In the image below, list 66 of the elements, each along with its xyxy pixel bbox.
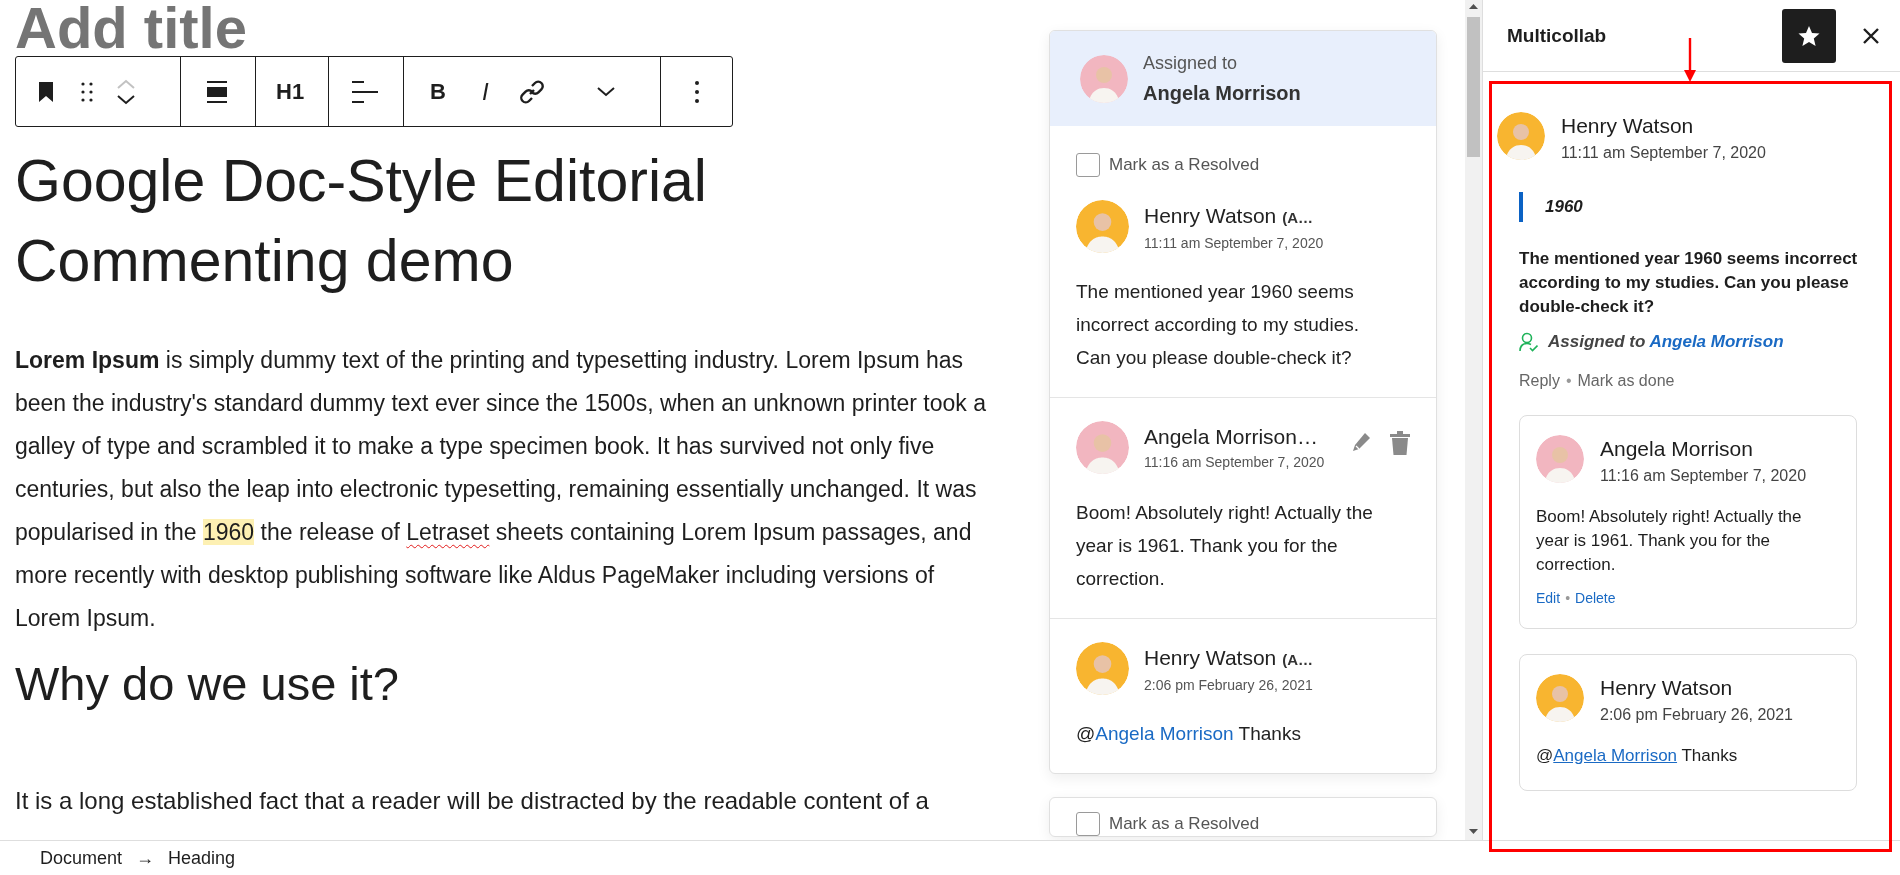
person-check-icon	[1519, 332, 1538, 352]
close-icon[interactable]	[1862, 26, 1880, 45]
pencil-icon[interactable]	[1352, 431, 1372, 453]
chevron-down-icon[interactable]	[116, 94, 136, 105]
section-heading: Why do we use it?	[15, 656, 399, 712]
bookmark-icon[interactable]	[38, 80, 54, 103]
comment-text: The mentioned year 1960 seems incorrect according to my studies. Can you please double-check it?	[1519, 248, 1859, 318]
edit-link[interactable]: Edit	[1536, 590, 1561, 606]
body-paragraph: Lorem Ipsum is simply dummy text of the printing and typesetting industry. Lorem Ipsum has been the industry's standard dummy text ever since the 1500s, when an unknown printer took a galley of type and scrambled it to make a type specimen book. It has survived not only five centuries, but also the leap into electronic typesetting, remaining essentially unchanged. It was popularised in the 1960 the release of Letraset sheets containing Lorem Ipsum passages, and more recently with desktop publishing software like Aldus PageMaker including versions of Lorem Ipsum.	[15, 346, 987, 633]
comment-time: 11:11 am September 7, 2020	[1561, 144, 1766, 162]
delete-link[interactable]: Delete	[1575, 590, 1616, 606]
resolve-label[interactable]: Mark as a Resolved	[1109, 814, 1260, 834]
mention-link[interactable]: Angela Morrison	[1095, 723, 1234, 744]
scroll-up-icon[interactable]	[1469, 4, 1478, 9]
trash-icon[interactable]	[1390, 431, 1410, 455]
more-options-icon[interactable]	[694, 79, 700, 104]
assigned-label: Assigned to	[1143, 52, 1239, 74]
reply-text: @Angela Morrison Thanks	[1536, 745, 1739, 767]
body-paragraph: It is a long established fact that a reader will be distracted by the readable content of a	[15, 786, 929, 816]
assignee-link[interactable]: Angela Morrison	[1649, 332, 1784, 351]
title-placeholder[interactable]: Add title	[15, 0, 247, 56]
author-name: Henry Watson	[1144, 204, 1277, 227]
align-wide-icon[interactable]	[205, 79, 229, 104]
reply-link[interactable]: Reply	[1519, 372, 1560, 390]
breadcrumb-item[interactable]: Heading	[168, 847, 236, 869]
resolve-label[interactable]: Mark as a Resolved	[1109, 155, 1260, 175]
breadcrumb-separator: →	[136, 847, 155, 869]
assignee-name: Angela Morrison	[1143, 81, 1301, 105]
assignment-text: Assigned to Angela Morrison	[1548, 332, 1784, 352]
comment-time: 11:16 am September 7, 2020	[1600, 467, 1807, 485]
mark-done-link[interactable]: Mark as done	[1577, 372, 1675, 390]
mention-link[interactable]: Angela Morrison	[1553, 746, 1678, 765]
author-role: (A…	[1282, 651, 1314, 668]
author-name: Henry Watson	[1600, 675, 1734, 701]
reply-text: Boom! Absolutely right! Actually the year is 1961. Thank you for the correction.	[1536, 506, 1803, 576]
arrow-icon	[1684, 38, 1696, 82]
heading-level-button[interactable]: H1	[276, 80, 305, 103]
comment-time: 2:06 pm February 26, 2021	[1144, 677, 1314, 693]
author-name: Angela Morrison	[1600, 436, 1754, 462]
scroll-down-icon[interactable]	[1469, 829, 1478, 834]
scrollbar-thumb[interactable]	[1467, 17, 1480, 157]
author-name: Henry Watson	[1144, 646, 1277, 669]
author-name: Angela Morrison…	[1144, 425, 1318, 448]
drag-handle-icon[interactable]	[80, 80, 94, 103]
comment-time: 11:16 am September 7, 2020	[1144, 454, 1326, 470]
comment-text: Boom! Absolutely right! Actually the year is 1961. Thank you for the correction.	[1076, 501, 1374, 591]
panel-title: Multicollab	[1507, 24, 1608, 47]
comment-text: The mentioned year 1960 seems incorrect according to my studies. Can you please double-check it?	[1076, 280, 1360, 370]
bold-button[interactable]: B	[430, 80, 446, 103]
chevron-down-icon[interactable]	[596, 86, 615, 97]
author-name: Henry Watson	[1561, 113, 1695, 139]
separator-dot: •	[1565, 590, 1571, 606]
quoted-text: 1960	[1519, 192, 1900, 222]
comment-time: 2:06 pm February 26, 2021	[1600, 706, 1793, 724]
post-heading: Google Doc-Style Editorial Commenting demo	[15, 147, 708, 296]
link-icon[interactable]	[518, 78, 545, 105]
star-button[interactable]	[1782, 8, 1836, 63]
breadcrumb-item[interactable]: Document	[40, 847, 123, 869]
italic-button[interactable]: I	[481, 79, 489, 104]
resolve-checkbox[interactable]	[1076, 153, 1100, 177]
star-icon	[1798, 24, 1820, 47]
align-left-icon[interactable]	[352, 79, 378, 104]
comment-text: @Angela Morrison Thanks	[1076, 722, 1302, 746]
comment-time: 11:11 am September 7, 2020	[1144, 235, 1325, 251]
separator-dot: •	[1565, 372, 1572, 390]
author-role: (A…	[1282, 209, 1314, 226]
